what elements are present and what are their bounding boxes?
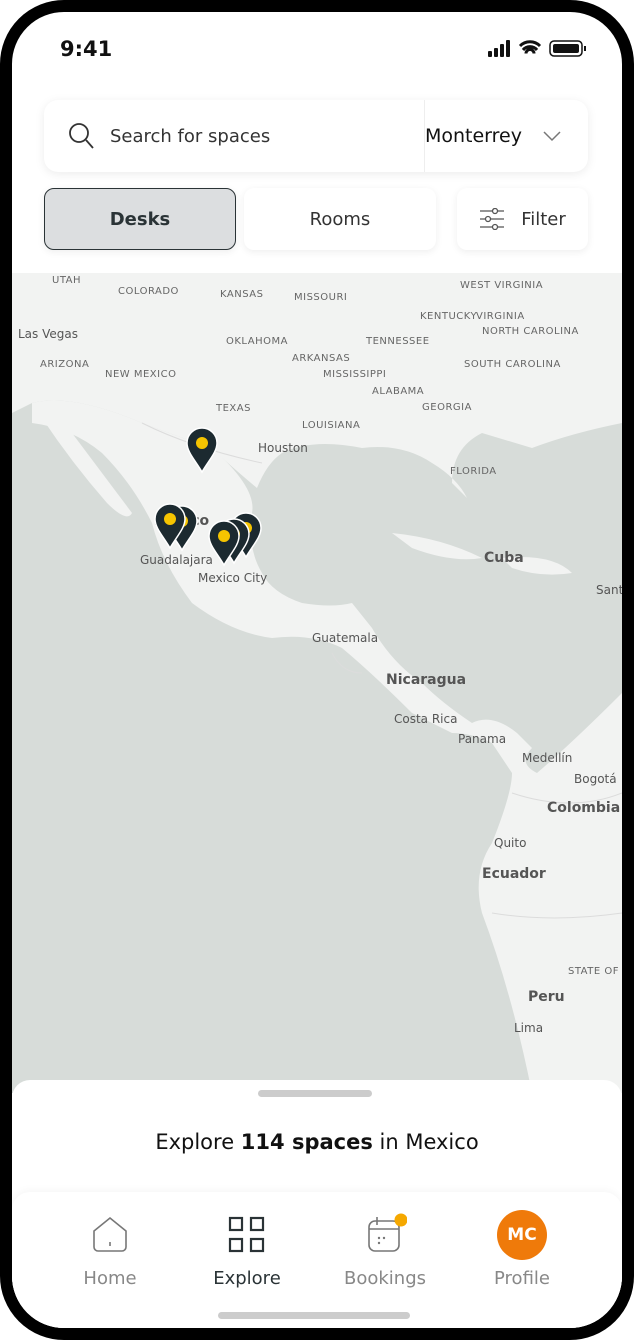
map-pin[interactable]: [153, 502, 187, 550]
map-pin[interactable]: [207, 519, 241, 567]
map-label: Peru: [528, 989, 565, 1005]
map-label: Nicaragua: [386, 672, 467, 688]
status-bar: 9:41: [60, 34, 592, 64]
phone-screen: 9:41 UTAH COLORADO KANSAS MISSOURI WEST VIRG…: [0, 0, 634, 1340]
map-label: GEORGIA: [422, 402, 472, 413]
map-label: Costa Rica: [394, 712, 458, 726]
home-indicator: [218, 1312, 410, 1319]
grid-icon: [228, 1216, 265, 1253]
map-label: Colombia: [547, 800, 621, 816]
calendar-icon: [368, 1213, 407, 1252]
map-label: WEST VIRGINIA: [460, 280, 544, 291]
search-input[interactable]: Search for spaces: [110, 126, 270, 147]
search-icon: [69, 123, 94, 149]
nav-bookings[interactable]: Bookings: [330, 1210, 440, 1289]
tab-rooms[interactable]: Rooms: [244, 188, 436, 250]
map-label: ARKANSAS: [292, 353, 351, 364]
map-label: OKLAHOMA: [226, 336, 288, 347]
map-label: ARIZONA: [40, 359, 90, 370]
map-label: Quito: [494, 836, 527, 850]
avatar: MC: [497, 1210, 547, 1260]
bottom-sheet[interactable]: Explore 114 spaces in Mexico Home Explor…: [12, 1080, 622, 1328]
status-time: 9:41: [60, 37, 113, 61]
map-label: Santo Domingo: [596, 583, 622, 597]
map-label: STATE OF: [568, 966, 619, 977]
tab-desks[interactable]: Desks: [44, 188, 236, 250]
map-label: NORTH CAROLINA: [482, 326, 579, 337]
map-pin[interactable]: [185, 426, 219, 474]
home-icon: [93, 1216, 127, 1252]
map-label: KANSAS: [220, 289, 264, 300]
map-label: Houston: [258, 441, 308, 455]
map-label: TEXAS: [216, 403, 251, 414]
location-dropdown[interactable]: Monterrey: [423, 100, 588, 172]
map-label: NEW MEXICO: [105, 369, 177, 380]
map-label: Panama: [458, 732, 507, 746]
map-label: KENTUCKY: [420, 311, 478, 322]
location-value: Monterrey: [424, 125, 522, 147]
notification-badge: [394, 1213, 407, 1227]
nav-home[interactable]: Home: [55, 1210, 165, 1289]
filter-button[interactable]: Filter: [457, 188, 588, 250]
map-view[interactable]: UTAH COLORADO KANSAS MISSOURI WEST VIRGINIA K…: [12, 273, 622, 1093]
nav-explore[interactable]: Explore: [192, 1210, 302, 1289]
map-label: Mexico City: [198, 571, 268, 585]
sheet-handle[interactable]: [258, 1090, 372, 1097]
map-label: MISSOURI: [294, 292, 348, 303]
map-label: SOUTH CAROLINA: [464, 359, 561, 370]
filter-label: Filter: [521, 208, 566, 230]
map-label: LOUISIANA: [302, 420, 361, 431]
explore-summary: Explore 114 spaces in Mexico: [155, 1130, 479, 1154]
map-label: TENNESSEE: [366, 336, 430, 347]
search-bar[interactable]: Search for spaces Monterrey: [44, 100, 588, 172]
map-label: Lima: [514, 1021, 544, 1035]
map-label: Ecuador: [482, 866, 546, 882]
map-label: Medellín: [522, 751, 573, 765]
map-label: VIRGINIA: [476, 311, 525, 322]
map-label: COLORADO: [118, 286, 179, 297]
map-label: Guadalajara: [140, 553, 213, 567]
filter-icon: [480, 208, 505, 230]
chevron-down-icon: [543, 131, 561, 142]
map-label: Cuba: [484, 550, 524, 566]
map-label: FLORIDA: [450, 466, 497, 477]
map-label: Las Vegas: [18, 327, 78, 341]
map-land: [12, 273, 622, 1093]
status-icons: [488, 40, 586, 57]
map-label: Bogotá: [574, 772, 617, 786]
nav-profile[interactable]: MC Profile: [467, 1210, 577, 1289]
map-label: Guatemala: [312, 631, 379, 645]
map-label: ALABAMA: [372, 386, 425, 397]
map-label: UTAH: [52, 275, 82, 286]
map-label: MISSISSIPPI: [323, 369, 387, 380]
